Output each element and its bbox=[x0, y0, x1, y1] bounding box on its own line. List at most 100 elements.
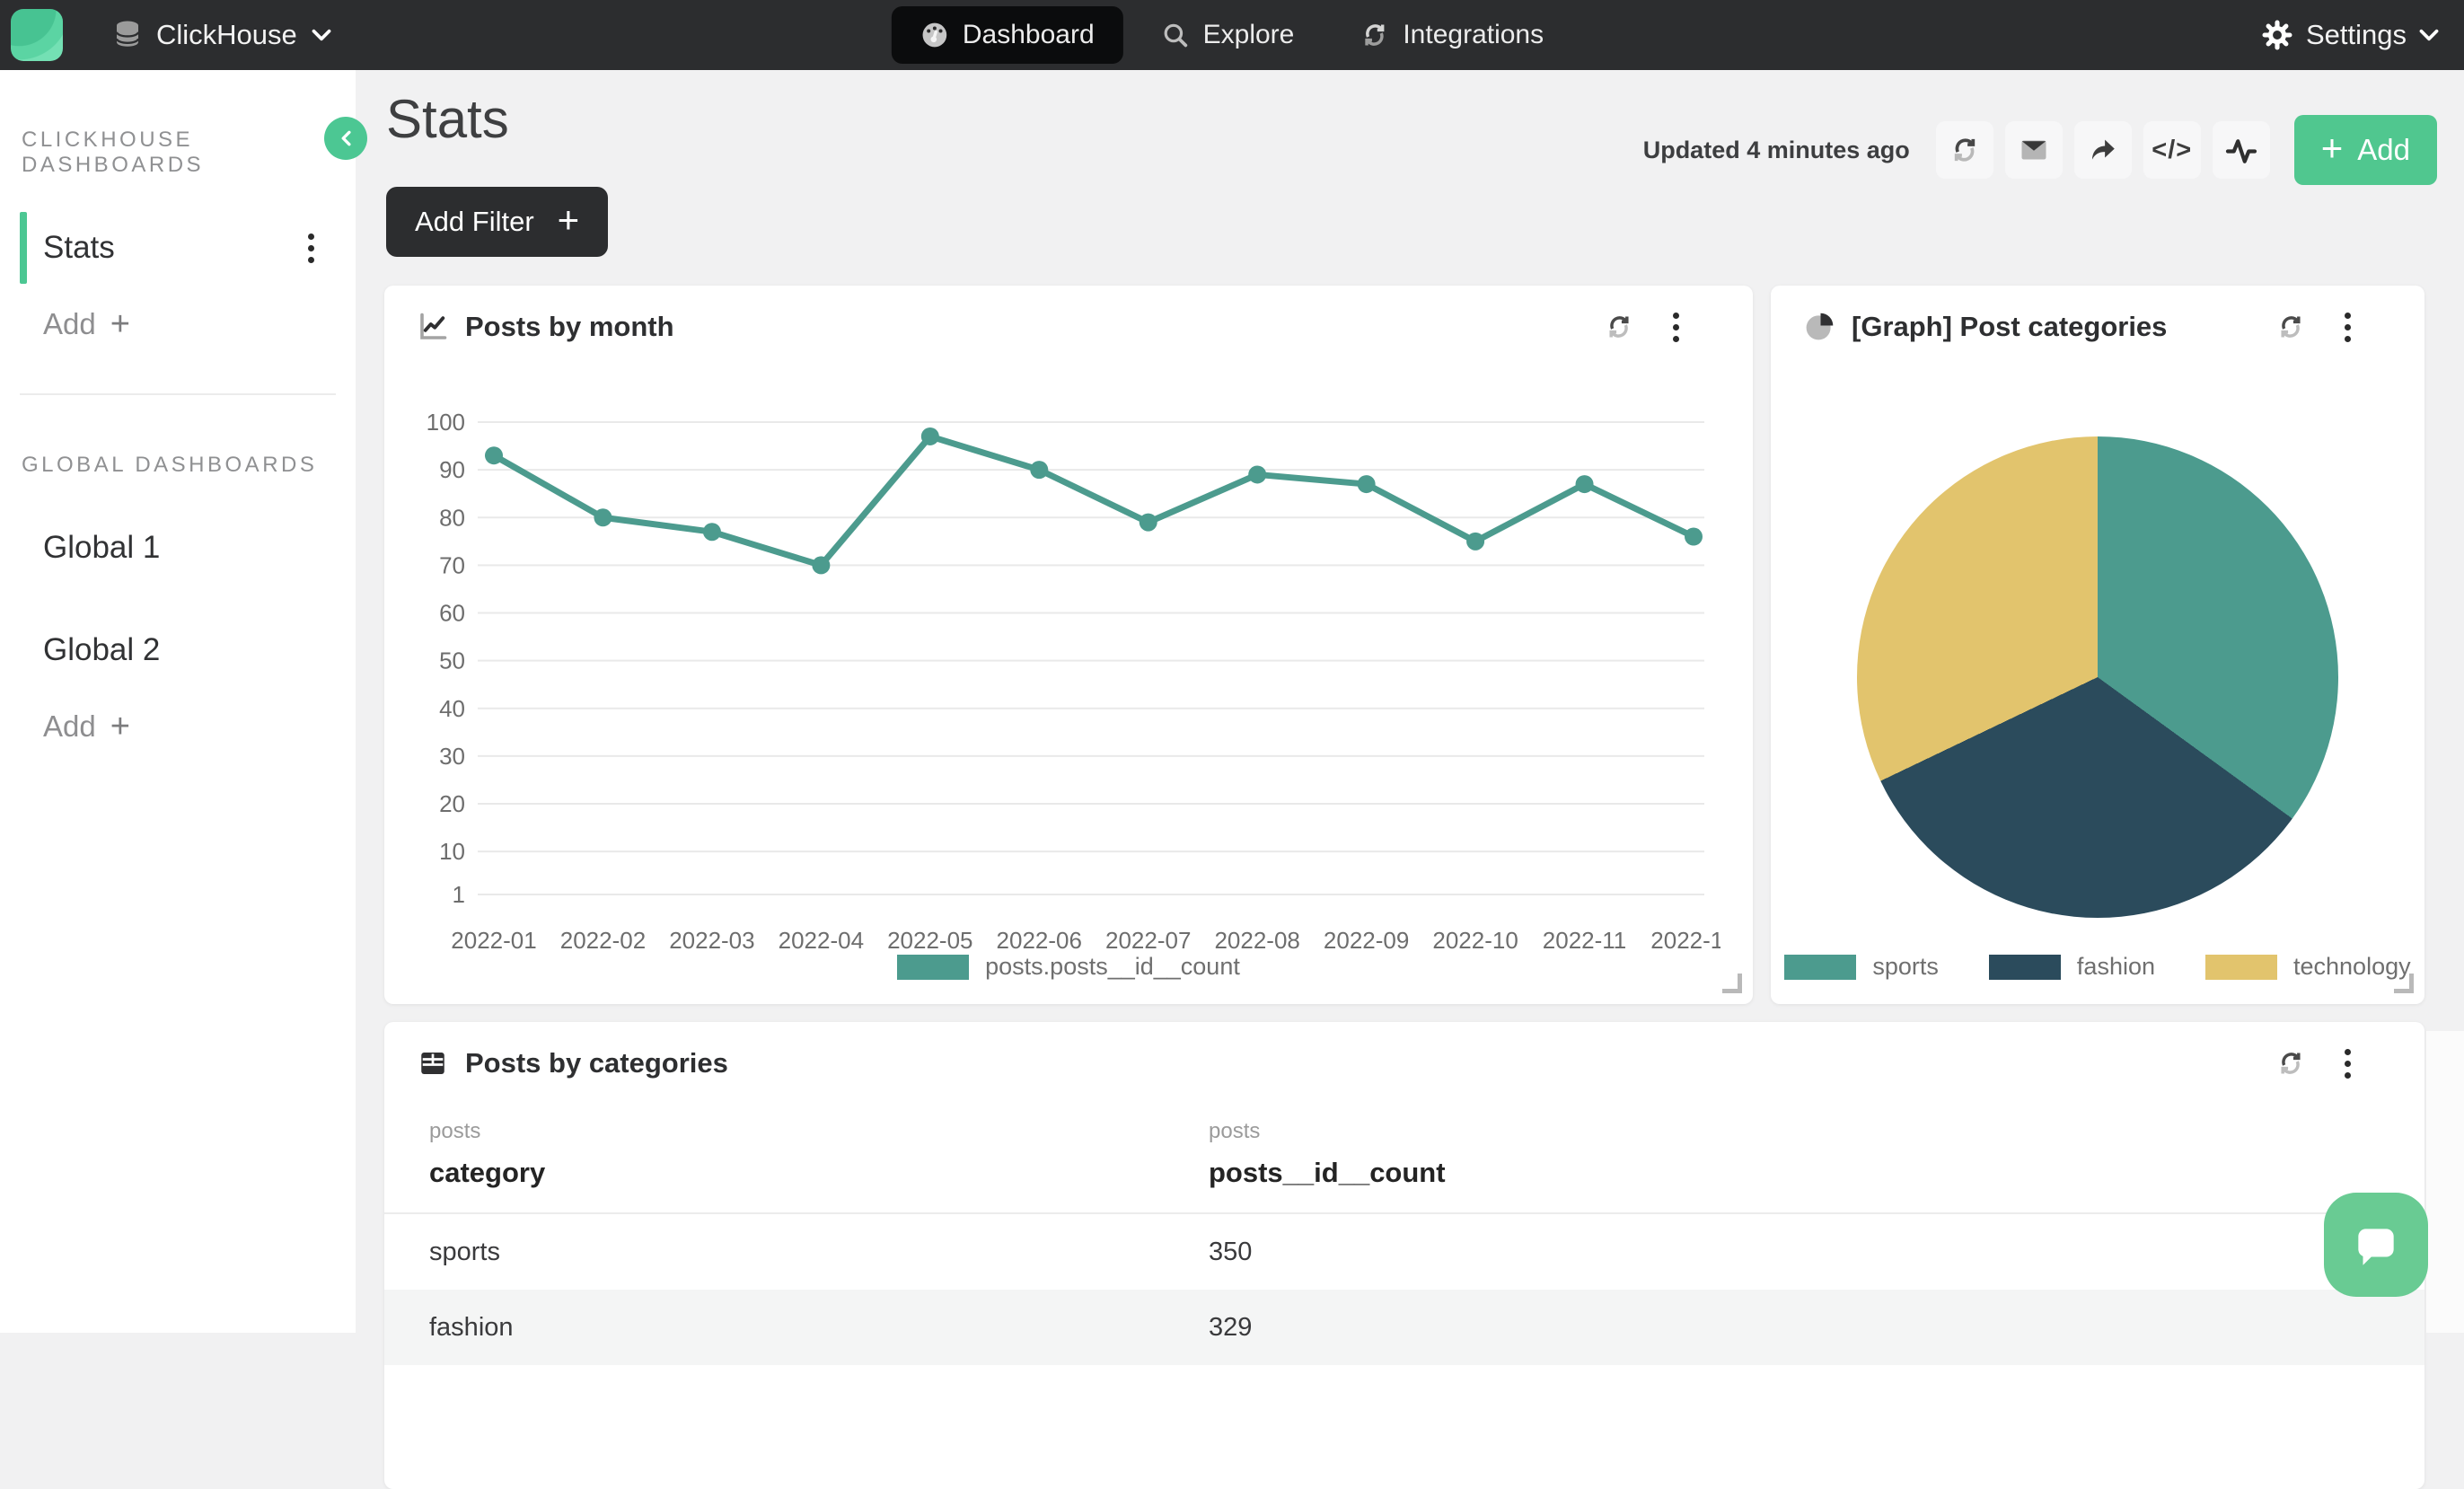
sidebar: CLICKHOUSE DASHBOARDS Stats Add + GLOBAL… bbox=[0, 70, 356, 1333]
pie-chart-icon bbox=[1803, 311, 1835, 343]
legend-label: posts.posts__id__count bbox=[985, 953, 1240, 981]
plus-icon: + bbox=[110, 709, 130, 744]
chevron-left-icon bbox=[338, 129, 354, 147]
table-cell: 329 bbox=[1209, 1313, 2380, 1343]
svg-text:2022-01: 2022-01 bbox=[451, 927, 536, 954]
pie-chart[interactable] bbox=[1857, 436, 2338, 918]
resize-handle[interactable] bbox=[1722, 974, 1742, 993]
svg-text:2022-08: 2022-08 bbox=[1214, 927, 1299, 954]
chat-widget-button[interactable] bbox=[2324, 1193, 2428, 1297]
svg-text:10: 10 bbox=[439, 838, 465, 865]
sidebar-item-stats[interactable]: Stats bbox=[0, 216, 356, 280]
tab-dashboard[interactable]: Dashboard bbox=[892, 6, 1123, 64]
card-posts-by-month: Posts by month 1009080706050403020101202… bbox=[384, 286, 1753, 1004]
share-button[interactable] bbox=[2074, 121, 2132, 179]
plus-icon: + bbox=[110, 307, 130, 341]
card-title: [Graph] Post categories bbox=[1852, 311, 2167, 343]
database-icon bbox=[113, 19, 142, 51]
legend-item[interactable]: fashion bbox=[1989, 953, 2155, 981]
svg-text:2022-02: 2022-02 bbox=[560, 927, 646, 954]
line-chart-icon bbox=[417, 311, 449, 343]
refresh-button[interactable] bbox=[1936, 121, 1993, 179]
search-icon bbox=[1161, 21, 1190, 49]
legend-item[interactable]: technology bbox=[2205, 953, 2411, 981]
pie-chart-legend: sports fashion technology bbox=[1771, 953, 2424, 981]
gauge-icon bbox=[920, 21, 949, 49]
legend-swatch bbox=[897, 955, 969, 980]
card-post-categories: [Graph] Post categories sports fashion tec… bbox=[1771, 286, 2424, 1004]
table-body: sports350fashion329 bbox=[384, 1214, 2424, 1365]
brand-name: ClickHouse bbox=[156, 19, 297, 51]
tab-explore[interactable]: Explore bbox=[1132, 6, 1324, 64]
legend-swatch bbox=[2205, 955, 2277, 980]
add-dashboard-button[interactable]: Add + bbox=[43, 307, 356, 341]
sidebar-item-global-2[interactable]: Global 2 bbox=[0, 618, 356, 683]
legend-item[interactable]: sports bbox=[1784, 953, 1939, 981]
card-title: Posts by month bbox=[465, 311, 674, 343]
tab-integrations[interactable]: Integrations bbox=[1332, 6, 1572, 64]
legend-label: fashion bbox=[2077, 953, 2155, 981]
card-title: Posts by categories bbox=[465, 1047, 728, 1079]
card-header: Posts by month bbox=[384, 286, 1753, 343]
tab-label: Integrations bbox=[1403, 20, 1544, 50]
svg-text:80: 80 bbox=[439, 504, 465, 531]
database-selector[interactable]: ClickHouse bbox=[113, 19, 331, 51]
plus-icon: + bbox=[2321, 129, 2344, 167]
refresh-icon[interactable] bbox=[2276, 1049, 2305, 1078]
card-header: [Graph] Post categories bbox=[1771, 286, 2424, 343]
table-row: fashion329 bbox=[384, 1290, 2424, 1365]
code-button[interactable]: </> bbox=[2143, 121, 2201, 179]
resize-handle[interactable] bbox=[2394, 974, 2414, 993]
forward-arrow-icon bbox=[2088, 135, 2118, 165]
sidebar-section-title: CLICKHOUSE DASHBOARDS bbox=[22, 128, 356, 178]
line-chart[interactable]: 10090807060504030201012022-012022-022022… bbox=[417, 402, 1720, 959]
column-name: category bbox=[429, 1157, 1209, 1189]
column-header[interactable]: postsposts__id__count bbox=[1209, 1119, 2380, 1189]
top-navbar: ClickHouse Dashboard Explore Integration… bbox=[0, 0, 2464, 70]
email-button[interactable] bbox=[2005, 121, 2063, 179]
kebab-menu-icon[interactable] bbox=[2345, 313, 2351, 342]
updated-timestamp: Updated 4 minutes ago bbox=[1643, 137, 1910, 164]
sidebar-section-title: GLOBAL DASHBOARDS bbox=[22, 453, 356, 478]
add-filter-button[interactable]: Add Filter + bbox=[386, 187, 608, 257]
refresh-icon[interactable] bbox=[2276, 313, 2305, 341]
line-chart-legend: posts.posts__id__count bbox=[384, 953, 1753, 981]
main-nav-tabs: Dashboard Explore Integrations bbox=[892, 0, 1572, 70]
pulse-icon bbox=[2225, 134, 2257, 166]
kebab-menu-icon[interactable] bbox=[2345, 1049, 2351, 1079]
svg-text:30: 30 bbox=[439, 743, 465, 770]
svg-text:60: 60 bbox=[439, 600, 465, 627]
svg-text:40: 40 bbox=[439, 695, 465, 722]
table-header-row: posts categorypostsposts__id__count bbox=[384, 1119, 2424, 1214]
legend-label: sports bbox=[1872, 953, 1939, 981]
plus-icon: + bbox=[558, 201, 580, 239]
sidebar-collapse-button[interactable] bbox=[324, 117, 367, 160]
code-icon: </> bbox=[2152, 136, 2192, 165]
column-group: posts bbox=[429, 1119, 1209, 1144]
legend-item[interactable]: posts.posts__id__count bbox=[897, 953, 1240, 981]
chevron-down-icon bbox=[312, 29, 331, 41]
add-tile-button[interactable]: + Add bbox=[2294, 115, 2437, 185]
sidebar-divider bbox=[20, 393, 336, 395]
gear-icon bbox=[2261, 19, 2293, 51]
table-row: sports350 bbox=[384, 1214, 2424, 1290]
scrollbar-track[interactable] bbox=[2426, 1031, 2464, 1333]
kebab-menu-icon[interactable] bbox=[308, 233, 314, 263]
svg-text:2022-12: 2022-12 bbox=[1650, 927, 1720, 954]
app-logo[interactable] bbox=[11, 9, 63, 61]
svg-text:90: 90 bbox=[439, 456, 465, 483]
column-header[interactable]: posts category bbox=[429, 1119, 1209, 1189]
activity-button[interactable] bbox=[2213, 121, 2270, 179]
settings-menu[interactable]: Settings bbox=[2261, 19, 2439, 51]
add-global-dashboard-button[interactable]: Add + bbox=[43, 709, 356, 744]
dashboard-controls: Updated 4 minutes ago </> + Add bbox=[1643, 115, 2437, 185]
table-cell: fashion bbox=[429, 1313, 1209, 1343]
svg-text:70: 70 bbox=[439, 551, 465, 578]
svg-text:100: 100 bbox=[427, 409, 465, 436]
kebab-menu-icon[interactable] bbox=[1673, 313, 1679, 342]
sidebar-item-global-1[interactable]: Global 1 bbox=[0, 515, 356, 580]
card-posts-by-categories: Posts by categories posts categorypostspo… bbox=[384, 1022, 2424, 1489]
svg-text:1: 1 bbox=[453, 881, 465, 908]
svg-text:2022-04: 2022-04 bbox=[779, 927, 864, 954]
refresh-icon[interactable] bbox=[1605, 313, 1633, 341]
